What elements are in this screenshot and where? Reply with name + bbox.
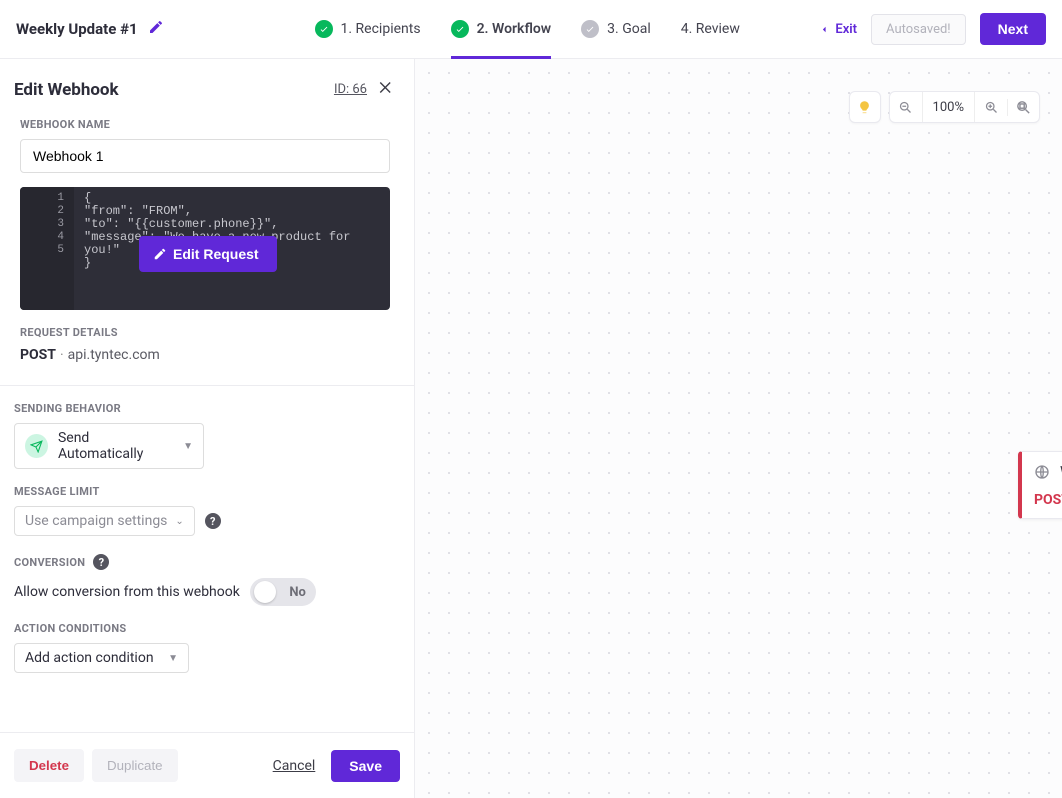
zoom-fit-button[interactable] <box>1007 99 1039 116</box>
canvas-toolbar: 100% <box>849 91 1040 123</box>
cancel-link[interactable]: Cancel <box>273 758 316 774</box>
toggle-knob <box>254 581 276 603</box>
exit-link[interactable]: Exit <box>818 22 857 37</box>
zoom-value: 100% <box>922 92 975 122</box>
request-code-block: 12345 { "from": "FROM", "to": "{{custome… <box>20 187 390 310</box>
request-details: POST · api.tyntec.com <box>20 347 394 363</box>
save-button[interactable]: Save <box>331 750 400 782</box>
header-title-wrap: Weekly Update #1 <box>16 19 236 39</box>
request-method: POST <box>20 347 56 363</box>
duplicate-button[interactable]: Duplicate <box>92 749 178 782</box>
chevron-down-icon: ⌄ <box>175 516 183 527</box>
message-limit-label: MESSAGE LIMIT <box>14 485 394 498</box>
webhook-id[interactable]: ID: 66 <box>334 82 367 97</box>
step-review[interactable]: 4. Review <box>681 0 740 59</box>
conversion-label: CONVERSION <box>14 556 85 569</box>
sending-behavior-value: Send Automatically <box>58 430 173 462</box>
panel-head: Edit Webhook ID: 66 <box>14 79 394 100</box>
help-icon[interactable]: ? <box>205 513 221 529</box>
separator: · <box>60 347 64 363</box>
step-goal[interactable]: 3. Goal <box>581 0 651 59</box>
sending-behavior-label: SENDING BEHAVIOR <box>14 402 394 415</box>
zoom-in-button[interactable] <box>975 100 1007 115</box>
node-method: POST <box>1034 492 1062 508</box>
header: Weekly Update #1 1. Recipients 2. Workfl… <box>0 0 1062 59</box>
status-check-icon <box>581 20 599 38</box>
webhook-name-label: WEBHOOK NAME <box>20 118 394 131</box>
exit-label: Exit <box>835 22 857 37</box>
request-host: api.tyntec.com <box>68 347 160 363</box>
panel-footer: Delete Duplicate Cancel Save <box>0 732 414 798</box>
divider <box>0 385 414 386</box>
help-icon[interactable]: ? <box>93 554 109 570</box>
step-label: 4. Review <box>681 21 740 37</box>
workflow-canvas[interactable]: 100% Trigger Webhook 1 <box>415 59 1062 798</box>
message-limit-value: Use campaign settings <box>25 513 167 529</box>
lightbulb-button[interactable] <box>849 91 881 123</box>
edit-title-icon[interactable] <box>148 19 164 39</box>
globe-icon <box>1034 464 1050 480</box>
status-check-icon <box>451 20 469 38</box>
conversion-row: Allow conversion from this webhook No <box>14 578 394 606</box>
status-check-icon <box>315 20 333 38</box>
header-actions: Exit Autosaved! Next <box>818 13 1046 45</box>
close-icon[interactable] <box>377 79 394 100</box>
next-button[interactable]: Next <box>980 13 1046 45</box>
request-details-label: REQUEST DETAILS <box>20 326 394 339</box>
webhook-name-input[interactable] <box>20 139 390 173</box>
panel-title: Edit Webhook <box>14 80 119 100</box>
wizard-steps: 1. Recipients 2. Workflow 3. Goal 4. Rev… <box>256 0 798 59</box>
sending-behavior-select[interactable]: Send Automatically ▼ <box>14 423 204 469</box>
zoom-out-button[interactable] <box>890 100 922 115</box>
message-limit-select[interactable]: Use campaign settings ⌄ <box>14 506 195 536</box>
webhook-node[interactable]: Webhook 1 POST · api.tyntec.com <box>1018 451 1062 519</box>
campaign-title: Weekly Update #1 <box>16 20 138 38</box>
edit-panel: Edit Webhook ID: 66 WEBHOOK NAME 12345 { <box>0 59 415 798</box>
delete-button[interactable]: Delete <box>14 749 84 782</box>
action-conditions-label: ACTION CONDITIONS <box>14 622 394 635</box>
triangle-down-icon: ▼ <box>183 441 193 452</box>
toggle-label: No <box>289 585 306 600</box>
autosaved-badge: Autosaved! <box>871 14 966 45</box>
triangle-down-icon: ▼ <box>168 653 178 664</box>
step-label: 3. Goal <box>607 21 651 37</box>
action-condition-select[interactable]: Add action condition ▼ <box>14 643 189 673</box>
send-icon <box>25 434 48 458</box>
step-label: 1. Recipients <box>341 21 421 37</box>
code-gutter: 12345 <box>20 187 74 310</box>
edit-request-label: Edit Request <box>173 246 259 262</box>
step-label: 2. Workflow <box>477 21 552 37</box>
conversion-toggle[interactable]: No <box>250 578 316 606</box>
conversion-text: Allow conversion from this webhook <box>14 584 240 600</box>
step-workflow[interactable]: 2. Workflow <box>451 0 552 59</box>
action-condition-value: Add action condition <box>25 650 154 666</box>
edit-request-button[interactable]: Edit Request <box>139 236 277 272</box>
step-recipients[interactable]: 1. Recipients <box>315 0 421 59</box>
zoom-group: 100% <box>889 91 1040 123</box>
